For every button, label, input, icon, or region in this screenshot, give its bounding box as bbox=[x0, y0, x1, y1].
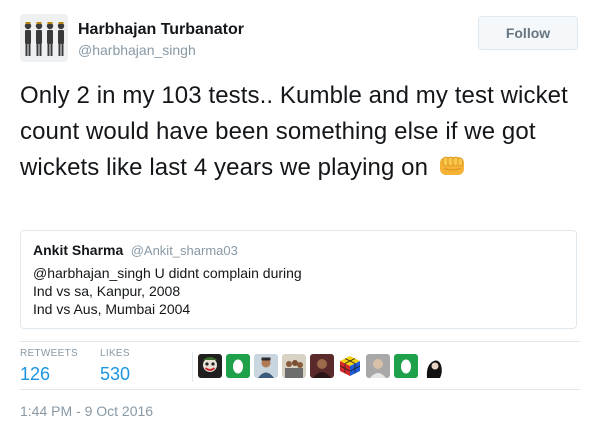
green-egg-avatar-icon[interactable] bbox=[394, 354, 418, 378]
person-avatar-icon[interactable] bbox=[422, 354, 446, 378]
person-avatar-icon[interactable] bbox=[366, 354, 390, 378]
stats-divider bbox=[192, 352, 193, 382]
person-avatar-icon[interactable] bbox=[254, 354, 278, 378]
author-handle[interactable]: @harbhajan_singh bbox=[78, 41, 244, 59]
retweets-stat[interactable]: RETWEETS 126 bbox=[20, 348, 78, 385]
avatar-photo-icon[interactable] bbox=[20, 14, 68, 62]
quoted-line: Ind vs Aus, Mumbai 2004 bbox=[33, 301, 191, 317]
quoted-author-handle: @Ankit_sharma03 bbox=[130, 243, 238, 258]
quoted-author-name: Ankit Sharma bbox=[33, 242, 124, 258]
tweet-stats: RETWEETS 126 LIKES 530 bbox=[20, 341, 580, 390]
tweet-text-body: Only 2 in my 103 tests.. Kumble and my t… bbox=[20, 82, 568, 181]
quoted-line: Ind vs sa, Kanpur, 2008 bbox=[33, 283, 181, 299]
retweets-count: 126 bbox=[20, 364, 51, 384]
likes-label: LIKES bbox=[100, 348, 130, 359]
joker-avatar-icon[interactable] bbox=[198, 354, 222, 378]
person-avatar-icon[interactable] bbox=[310, 354, 334, 378]
quoted-line: @harbhajan_singh U didnt complain during bbox=[33, 265, 302, 281]
likes-count: 530 bbox=[100, 364, 131, 384]
oncoming-fist-icon bbox=[437, 151, 467, 181]
group-avatar-icon[interactable] bbox=[282, 354, 306, 378]
green-egg-avatar-icon[interactable] bbox=[226, 354, 250, 378]
tweet-text: Only 2 in my 103 tests.. Kumble and my t… bbox=[20, 78, 585, 186]
rubiks-cube-avatar-icon[interactable] bbox=[338, 354, 362, 378]
quoted-tweet-text: @harbhajan_singh U didnt complain during… bbox=[33, 264, 564, 318]
quoted-tweet[interactable]: Ankit Sharma @Ankit_sharma03 @harbhajan_… bbox=[20, 230, 577, 329]
author-names: Harbhajan Turbanator @harbhajan_singh bbox=[78, 20, 244, 59]
tweet-timestamp[interactable]: 1:44 PM - 9 Oct 2016 bbox=[20, 403, 153, 419]
retweets-label: RETWEETS bbox=[20, 348, 78, 359]
tweet-header: Harbhajan Turbanator @harbhajan_singh Fo… bbox=[20, 14, 582, 64]
follow-button[interactable]: Follow bbox=[478, 16, 578, 50]
likes-stat[interactable]: LIKES 530 bbox=[100, 348, 130, 385]
author-display-name[interactable]: Harbhajan Turbanator bbox=[78, 20, 244, 40]
quoted-tweet-author: Ankit Sharma @Ankit_sharma03 bbox=[33, 242, 564, 260]
